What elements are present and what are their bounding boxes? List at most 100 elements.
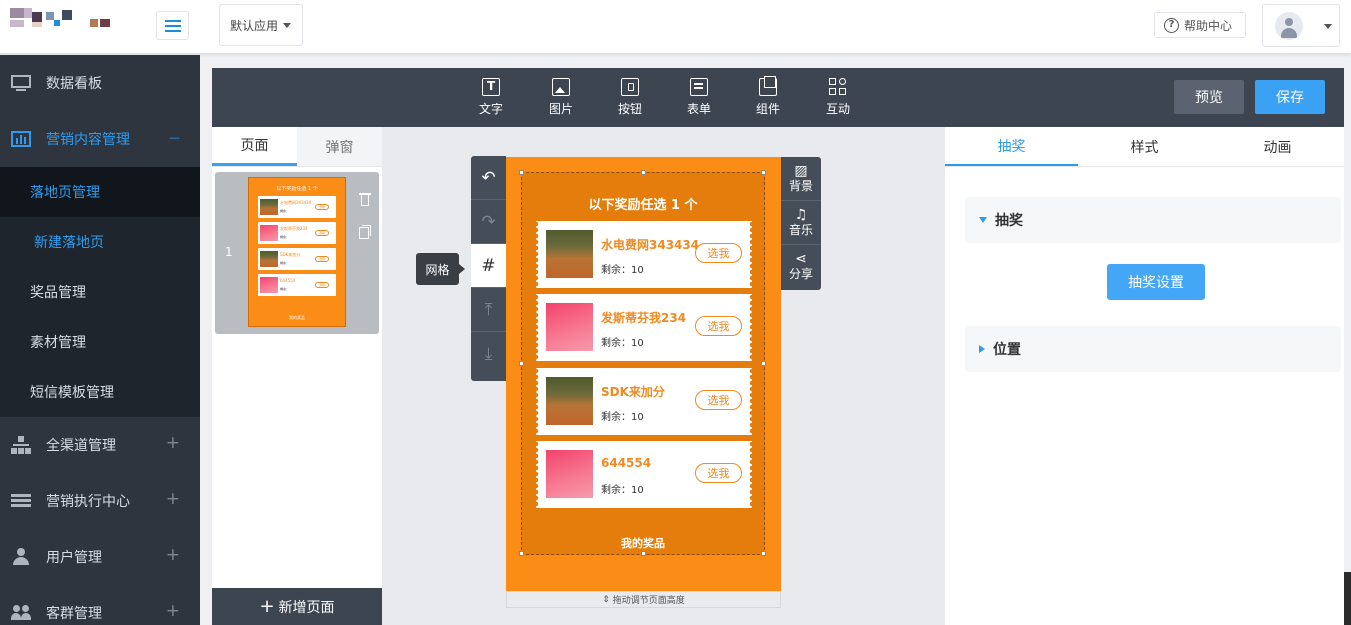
tool-image[interactable]: 图片 <box>541 76 581 120</box>
text-icon: T <box>482 78 500 96</box>
prize-card[interactable]: SDK来加分 剩余：10 选我 <box>536 368 752 435</box>
tool-text[interactable]: T 文字 <box>471 76 511 120</box>
expand-icon: + <box>165 433 180 453</box>
undo-icon[interactable]: ↶ <box>471 156 506 200</box>
prize-name: SDK来加分 <box>601 385 665 399</box>
nav-material-management[interactable]: 素材管理 <box>0 317 200 367</box>
lottery-title: 以下奖励任选 1 个 <box>588 198 698 213</box>
prize-remaining: 剩余：10 <box>601 338 644 349</box>
prize-card[interactable]: 发斯蒂芬我234 剩余：10 选我 <box>536 294 752 361</box>
tool-interaction[interactable]: 互动 <box>818 76 858 120</box>
hatch-icon: ▨ <box>794 163 808 179</box>
choose-button[interactable]: 选我 <box>695 243 742 263</box>
add-page-button[interactable]: + 新增页面 <box>212 588 382 625</box>
page-thumbnail-card[interactable]: 1 以下奖励任选 1 个 水电费网343434 剩余： 选我 发斯蒂芬我234 剩余：… <box>215 172 379 334</box>
app-select[interactable]: 默认应用 <box>219 4 303 46</box>
resize-handle[interactable] <box>761 361 766 366</box>
nav-segment-management[interactable]: 客群管理 + <box>0 585 200 625</box>
tool-form-label: 表单 <box>686 102 711 116</box>
resize-handle[interactable] <box>641 170 646 175</box>
page-editor: T 文字 图片 按钮 表单 组件 互动 预览 保存 页面 弹窗 1 以下奖励任选… <box>212 68 1344 625</box>
grid-apps-icon <box>829 78 847 96</box>
menu-toggle-button[interactable] <box>156 11 189 40</box>
prize-image <box>546 377 593 425</box>
resize-handle[interactable] <box>519 361 524 366</box>
prize-name: 发斯蒂芬我234 <box>601 311 687 325</box>
move-top-icon[interactable]: ⤒ <box>471 288 506 332</box>
prize-card[interactable]: 644554 剩余：10 选我 <box>536 441 752 508</box>
preview-button[interactable]: 预览 <box>1174 80 1244 114</box>
prize-remaining: 剩余：10 <box>601 485 644 496</box>
nav-sms-template-management[interactable]: 短信模板管理 <box>0 367 200 417</box>
prize-remaining: 剩余：10 <box>601 412 644 423</box>
prize-card[interactable]: 水电费网343434 剩余：10 选我 <box>536 221 752 288</box>
users-icon <box>11 604 31 622</box>
choose-button[interactable]: 选我 <box>695 390 742 410</box>
bar-chart-icon <box>11 130 31 148</box>
tab-lottery[interactable]: 抽奖 <box>945 127 1078 166</box>
background-tool[interactable]: ▨ 背景 <box>781 157 821 201</box>
choose-button[interactable]: 选我 <box>695 463 742 483</box>
expand-icon: + <box>165 489 180 509</box>
tool-text-label: 文字 <box>478 102 503 116</box>
nav-marketing-content[interactable]: 营销内容管理 — <box>0 111 200 167</box>
section-position-header[interactable]: 位置 <box>965 326 1341 372</box>
prize-image <box>546 303 593 351</box>
save-button[interactable]: 保存 <box>1255 80 1325 114</box>
tab-popups[interactable]: 弹窗 <box>297 127 382 166</box>
resize-handle[interactable] <box>641 551 646 556</box>
expand-icon: + <box>165 545 180 565</box>
grid-tooltip: 网格 <box>416 253 465 285</box>
resize-handle[interactable] <box>519 170 524 175</box>
nav-omnichannel[interactable]: 全渠道管理 + <box>0 417 200 473</box>
music-icon: ♫ <box>794 207 808 223</box>
thumbnail-prize: 644554 剩余： 选我 <box>258 274 336 296</box>
nav-landing-page-management[interactable]: 落地页管理 <box>0 167 200 217</box>
nav-dashboard-label: 数据看板 <box>46 76 102 92</box>
scrollbar[interactable] <box>1344 572 1351 625</box>
user-menu-button[interactable] <box>1262 4 1340 47</box>
section-position-title: 位置 <box>993 342 1021 358</box>
copy-icon[interactable] <box>359 225 371 239</box>
music-tool-label: 音乐 <box>788 223 813 237</box>
nav-marketing-content-label: 营销内容管理 <box>46 132 130 148</box>
nav-execution-center[interactable]: 营销执行中心 + <box>0 473 200 529</box>
page-height-drag-handle[interactable]: ⇕ 拖动调节页面高度 <box>506 591 781 608</box>
music-tool[interactable]: ♫ 音乐 <box>781 201 821 245</box>
nav-user-management[interactable]: 用户管理 + <box>0 529 200 585</box>
choose-button[interactable]: 选我 <box>695 316 742 336</box>
nav-dashboard[interactable]: 数据看板 <box>0 55 200 111</box>
page-thumbnail[interactable]: 以下奖励任选 1 个 水电费网343434 剩余： 选我 发斯蒂芬我234 剩余： 选我… <box>248 177 346 327</box>
resize-handle[interactable] <box>519 551 524 556</box>
phone-canvas[interactable]: 以下奖励任选 1 个 水电费网343434 剩余：10 选我 发斯蒂芬我234 … <box>506 157 781 591</box>
nav-prize-management[interactable]: 奖品管理 <box>0 267 200 317</box>
canvas-side-tools: ▨ 背景 ♫ 音乐 ⋖ 分享 <box>781 157 821 290</box>
page-number: 1 <box>225 245 233 259</box>
top-bar: 默认应用 ? 帮助中心 <box>0 0 1351 54</box>
prize-name: 水电费网343434 <box>601 238 700 252</box>
tab-style[interactable]: 样式 <box>1078 127 1211 166</box>
section-lottery-header[interactable]: 抽奖 <box>965 197 1341 243</box>
trash-icon[interactable] <box>359 192 371 206</box>
move-bottom-icon[interactable]: ⤓ <box>471 332 506 376</box>
redo-icon[interactable]: ↷ <box>471 200 506 244</box>
grid-icon[interactable]: # <box>471 244 506 288</box>
lottery-settings-button[interactable]: 抽奖设置 <box>1107 264 1205 300</box>
resize-handle[interactable] <box>761 551 766 556</box>
tool-image-label: 图片 <box>548 102 573 116</box>
resize-handle[interactable] <box>761 170 766 175</box>
my-prizes-link[interactable]: 我的奖品 <box>522 535 764 551</box>
nav-new-landing-page[interactable]: 新建落地页 <box>0 217 200 267</box>
tool-form[interactable]: 表单 <box>679 76 719 120</box>
tool-button[interactable]: 按钮 <box>610 76 650 120</box>
help-center-button[interactable]: ? 帮助中心 <box>1154 12 1246 38</box>
tool-component-label: 组件 <box>755 102 780 116</box>
tool-component[interactable]: 组件 <box>748 76 788 120</box>
selected-lottery-component[interactable]: 以下奖励任选 1 个 水电费网343434 剩余：10 选我 发斯蒂芬我234 … <box>519 170 766 556</box>
form-icon <box>690 78 708 96</box>
tab-pages[interactable]: 页面 <box>212 127 297 166</box>
expand-icon: + <box>165 601 180 621</box>
share-tool[interactable]: ⋖ 分享 <box>781 245 821 289</box>
tab-animation[interactable]: 动画 <box>1211 127 1344 166</box>
monitor-icon <box>11 74 31 92</box>
